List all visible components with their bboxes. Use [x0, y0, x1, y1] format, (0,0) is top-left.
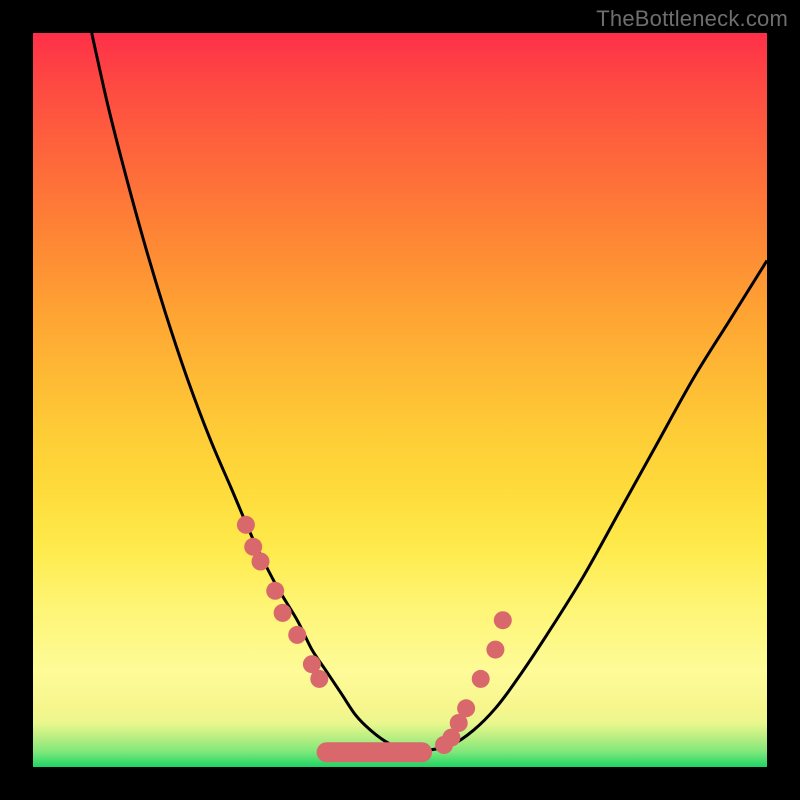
data-point	[274, 604, 292, 622]
data-point	[494, 611, 512, 629]
data-point	[486, 641, 504, 659]
data-point	[252, 553, 270, 571]
bottom-marker-bar	[317, 742, 432, 762]
data-point	[237, 516, 255, 534]
data-markers	[237, 516, 512, 763]
data-point	[472, 670, 490, 688]
data-point	[288, 626, 306, 644]
curve-path	[92, 33, 767, 752]
plot-area	[33, 33, 767, 767]
curve-line	[92, 33, 767, 752]
chart-svg	[33, 33, 767, 767]
data-point	[310, 670, 328, 688]
data-point	[457, 699, 475, 717]
data-point	[266, 582, 284, 600]
chart-container: TheBottleneck.com	[0, 0, 800, 800]
watermark-text: TheBottleneck.com	[596, 6, 788, 32]
